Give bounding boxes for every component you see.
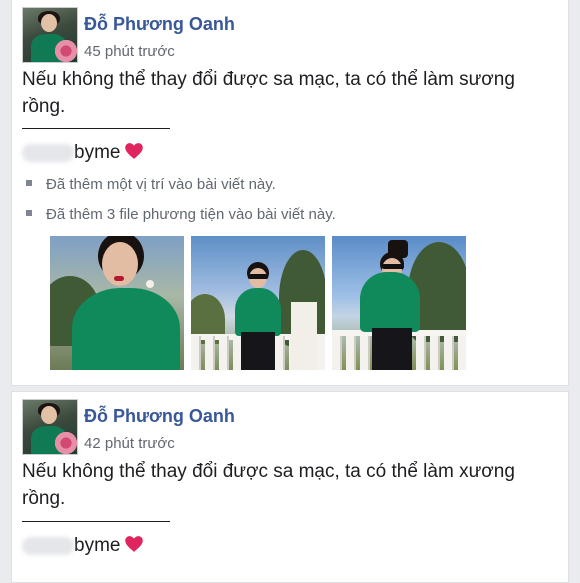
activity-item: Đã thêm một vị trí vào bài viết này.	[26, 176, 276, 193]
post-text: Nếu không thể thay đổi được sa mạc, ta c…	[22, 461, 515, 509]
tag-text: byme	[74, 142, 121, 163]
activity-item: Đã thêm 3 file phương tiện vào bài viết …	[26, 206, 336, 223]
post-photo[interactable]	[50, 236, 184, 370]
blurred-mention	[22, 143, 74, 162]
bullet-square-icon	[26, 210, 32, 216]
blurred-mention	[22, 536, 74, 555]
heart-icon	[125, 536, 144, 552]
activity-text: Đã thêm 3 file phương tiện vào bài viết …	[46, 206, 336, 223]
post-tagline: byme	[22, 140, 144, 166]
post-card: Đỗ Phương Oanh 45 phút trước Nếu không t…	[11, 0, 569, 386]
post-timestamp[interactable]: 42 phút trước	[84, 435, 175, 452]
divider-line	[22, 521, 170, 522]
activity-text: Đã thêm một vị trí vào bài viết này.	[46, 176, 276, 193]
bullet-square-icon	[26, 180, 32, 186]
post-tagline: byme	[22, 533, 144, 559]
post-card: Đỗ Phương Oanh 42 phút trước Nếu không t…	[11, 391, 569, 583]
post-timestamp[interactable]: 45 phút trước	[84, 43, 175, 60]
avatar[interactable]	[22, 399, 78, 455]
avatar[interactable]	[22, 7, 78, 63]
post-photo[interactable]	[191, 236, 325, 370]
author-name[interactable]: Đỗ Phương Oanh	[84, 406, 235, 427]
heart-icon	[125, 143, 144, 159]
divider-line	[22, 128, 170, 129]
post-photo[interactable]	[332, 236, 466, 370]
tag-text: byme	[74, 535, 121, 556]
author-name[interactable]: Đỗ Phương Oanh	[84, 14, 235, 35]
post-text: Nếu không thể thay đổi được sa mạc, ta c…	[22, 69, 515, 117]
